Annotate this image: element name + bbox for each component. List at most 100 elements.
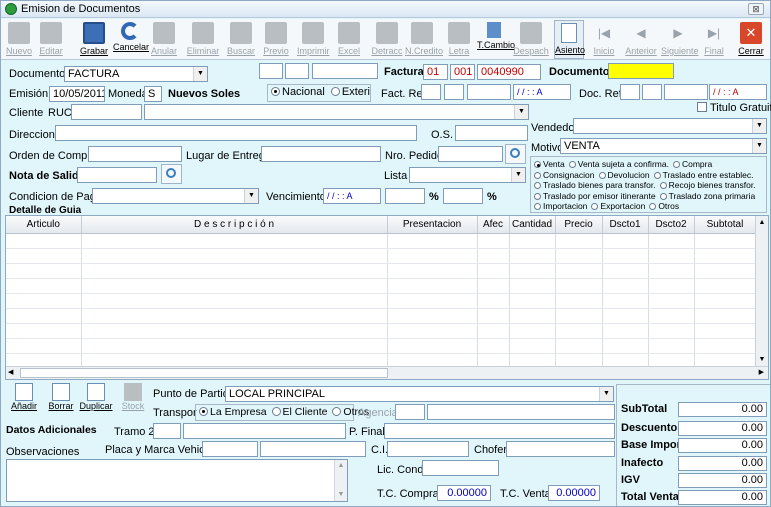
- factura-numero-field[interactable]: 0040990: [477, 64, 541, 80]
- fact-ref-field-1[interactable]: [421, 84, 441, 100]
- cliente-nombre-select[interactable]: ▼: [144, 104, 529, 120]
- grid-cell[interactable]: [694, 323, 757, 339]
- grid-cell[interactable]: [694, 248, 757, 264]
- vencimiento-date-field[interactable]: / / : : A: [323, 188, 381, 204]
- scroll-thumb[interactable]: [20, 368, 388, 378]
- lista-select[interactable]: ▼: [409, 167, 526, 183]
- cliente-ruc-field[interactable]: [71, 104, 142, 120]
- agencia-name-field[interactable]: [427, 404, 615, 420]
- marca-vehiculo-field[interactable]: [260, 441, 366, 457]
- tc-venta-field[interactable]: 0.00000: [548, 485, 600, 501]
- previo-button[interactable]: Previo: [261, 20, 291, 59]
- motivo-option-radio[interactable]: Traslado por emisor itinerante: [534, 191, 656, 201]
- grid-cell[interactable]: [509, 278, 556, 294]
- scroll-down-icon[interactable]: ▼: [756, 353, 768, 366]
- grid-cell[interactable]: [509, 323, 556, 339]
- grid-cell[interactable]: [648, 308, 695, 324]
- doc-ref-field-3[interactable]: [664, 84, 708, 100]
- pct2-field[interactable]: [443, 188, 483, 204]
- siguiente-button[interactable]: ▶ Siguiente: [661, 20, 699, 59]
- scroll-right-icon[interactable]: ▶: [759, 367, 764, 379]
- buscar-button[interactable]: Buscar: [226, 20, 256, 59]
- motivo-option-radio[interactable]: Otros: [649, 201, 679, 211]
- grid-cell[interactable]: [555, 248, 603, 264]
- asiento-button[interactable]: Asiento: [554, 20, 585, 59]
- nuevo-button[interactable]: Nuevo: [4, 20, 34, 59]
- grid-cell[interactable]: [81, 323, 388, 339]
- grid-cell[interactable]: [648, 263, 695, 279]
- grid-cell[interactable]: [6, 233, 82, 249]
- grid-cell[interactable]: [648, 248, 695, 264]
- placa-field[interactable]: [202, 441, 258, 457]
- grid-cell[interactable]: [387, 263, 478, 279]
- grid-cell[interactable]: [6, 248, 82, 264]
- grid-horizontal-scrollbar[interactable]: ◀ ▶: [6, 366, 768, 379]
- grid-cell[interactable]: [387, 293, 478, 309]
- final-button[interactable]: ▶| Final: [699, 20, 729, 59]
- p-final-field[interactable]: [384, 423, 615, 439]
- grid-cell[interactable]: [555, 263, 603, 279]
- grid-cell[interactable]: [555, 293, 603, 309]
- cancelar-button[interactable]: Cancelar: [113, 20, 149, 59]
- despach-button[interactable]: Despach: [513, 20, 549, 59]
- grid-vertical-scrollbar[interactable]: ▲ ▼: [755, 216, 768, 366]
- stock-button[interactable]: Stock: [116, 383, 150, 419]
- grid-cell[interactable]: [694, 308, 757, 324]
- tc-compra-field[interactable]: 0.00000: [437, 485, 491, 501]
- nota-salida-search-button[interactable]: [161, 164, 182, 184]
- grid-cell[interactable]: [648, 278, 695, 294]
- doc-ref-date-field[interactable]: / / : : A: [709, 84, 767, 100]
- la-empresa-radio[interactable]: La Empresa: [199, 406, 267, 418]
- lugar-entrega-field[interactable]: [261, 146, 381, 162]
- grid-column-header[interactable]: Afec: [477, 216, 510, 234]
- grid-cell[interactable]: [477, 263, 510, 279]
- grid-cell[interactable]: [387, 278, 478, 294]
- grid-cell[interactable]: [81, 263, 388, 279]
- vendedor-select[interactable]: ▼: [573, 118, 767, 134]
- ncredito-button[interactable]: N.Credito: [405, 20, 443, 59]
- anular-button[interactable]: Anular: [149, 20, 179, 59]
- detracc-button[interactable]: Detracc: [371, 20, 403, 59]
- grid-cell[interactable]: [694, 278, 757, 294]
- observaciones-textarea[interactable]: ▲ ▼: [6, 459, 348, 502]
- grid-cell[interactable]: [602, 248, 649, 264]
- tramo2-field[interactable]: [183, 423, 346, 439]
- grid-column-header[interactable]: Cantidad: [509, 216, 556, 234]
- grid-cell[interactable]: [81, 278, 388, 294]
- grid-cell[interactable]: [602, 233, 649, 249]
- factura-prefix-field[interactable]: 001: [450, 64, 475, 80]
- grid-cell[interactable]: [477, 293, 510, 309]
- grid-cell[interactable]: [387, 308, 478, 324]
- direccion-field[interactable]: [55, 125, 417, 141]
- grid-cell[interactable]: [694, 293, 757, 309]
- grid-column-header[interactable]: Dscto1: [602, 216, 649, 234]
- grid-cell[interactable]: [509, 263, 556, 279]
- scroll-down-icon[interactable]: ▼: [335, 489, 347, 501]
- doc-ref-field-1[interactable]: [620, 84, 640, 100]
- window-close-button[interactable]: ⊠: [748, 3, 764, 15]
- grid-cell[interactable]: [555, 308, 603, 324]
- cerrar-button[interactable]: ✕ Cerrar: [734, 20, 768, 59]
- grid-cell[interactable]: [555, 338, 603, 354]
- grid-cell[interactable]: [694, 263, 757, 279]
- scroll-left-icon[interactable]: ◀: [8, 367, 13, 379]
- grid-cell[interactable]: [6, 338, 82, 354]
- duplicar-button[interactable]: Duplicar: [79, 383, 113, 419]
- motivo-option-radio[interactable]: Traslado bienes para transfor.: [534, 180, 656, 190]
- grid-row[interactable]: [6, 248, 757, 264]
- grid-cell[interactable]: [602, 323, 649, 339]
- inicio-button[interactable]: |◀ Inicio: [589, 20, 619, 59]
- grid-cell[interactable]: [81, 248, 388, 264]
- fact-ref-date-field[interactable]: / / : : A: [513, 84, 571, 100]
- motivo-option-radio[interactable]: Devolucion: [598, 170, 650, 180]
- nacional-radio[interactable]: Nacional: [271, 86, 325, 98]
- factura-serie-field[interactable]: 01: [423, 64, 448, 80]
- fact-ref-field-3[interactable]: [467, 84, 511, 100]
- pct1-field[interactable]: [385, 188, 425, 204]
- grid-cell[interactable]: [648, 293, 695, 309]
- letra-button[interactable]: Letra: [444, 20, 474, 59]
- grid-cell[interactable]: [477, 308, 510, 324]
- grid-column-header[interactable]: Articulo: [6, 216, 82, 234]
- grid-cell[interactable]: [6, 263, 82, 279]
- motivo-option-radio[interactable]: Compra: [672, 159, 712, 169]
